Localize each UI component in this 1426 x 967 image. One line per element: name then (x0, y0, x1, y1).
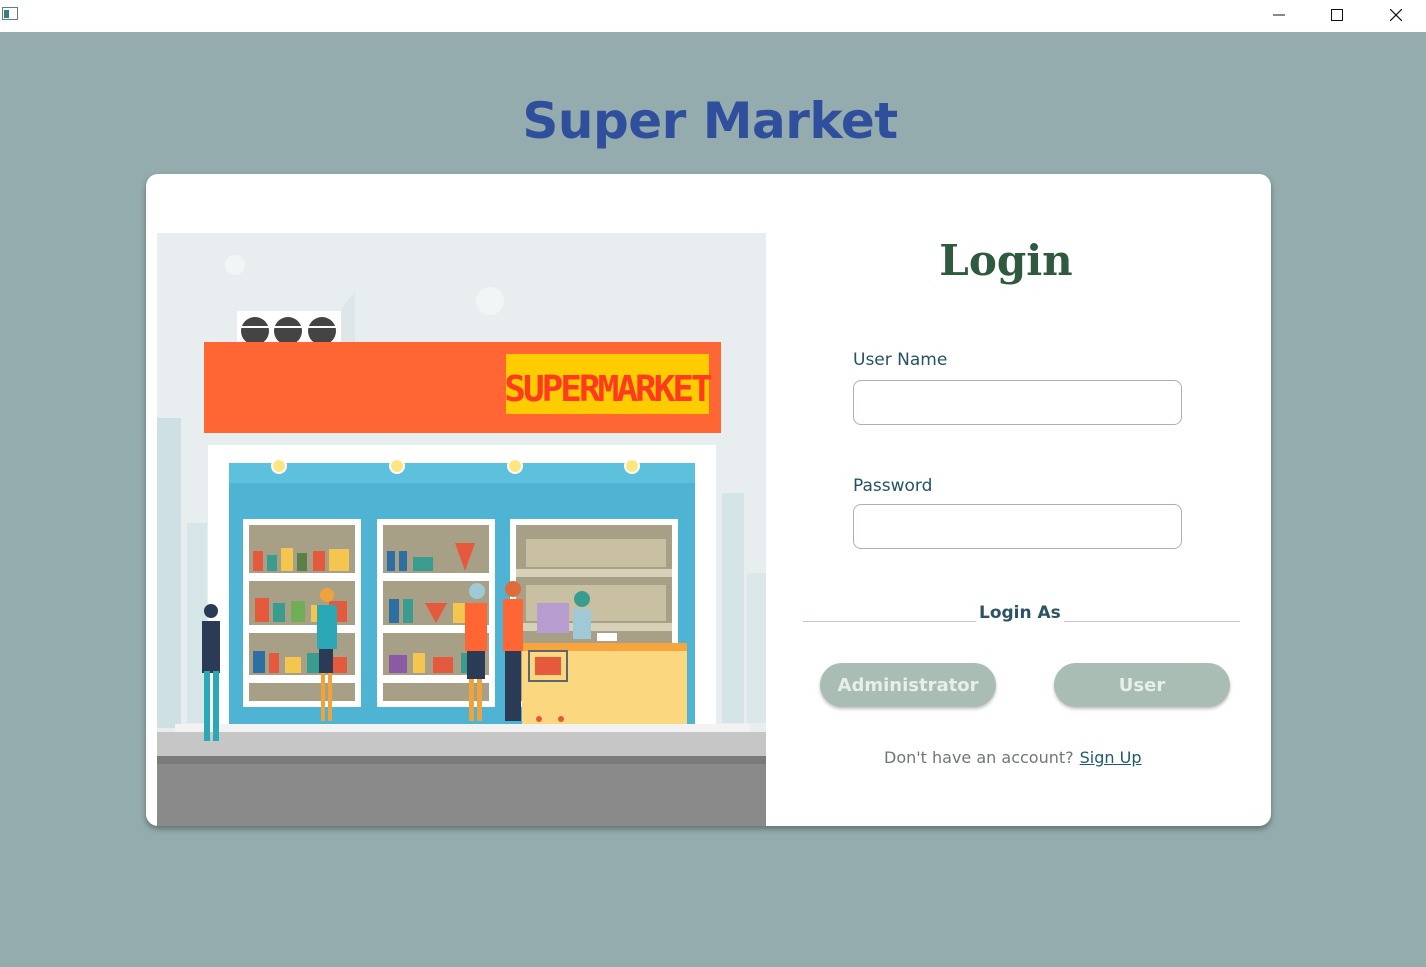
supermarket-sign-text: SUPERMARKET (504, 369, 712, 410)
password-label: Password (853, 476, 933, 496)
login-card: SUPERMARKET Login User Name Password Log… (146, 174, 1271, 826)
supermarket-illustration: SUPERMARKET (157, 233, 766, 826)
username-label: User Name (853, 350, 948, 370)
username-input[interactable] (853, 380, 1182, 425)
login-heading: Login (939, 236, 1073, 285)
password-input[interactable] (853, 504, 1182, 549)
signup-question: Don't have an account? (884, 748, 1074, 767)
close-icon[interactable] (1367, 0, 1425, 30)
signup-link[interactable]: Sign Up (1080, 748, 1142, 767)
login-as-label: Login As (976, 603, 1064, 623)
app-title: Super Market (522, 92, 898, 150)
administrator-button[interactable]: Administrator (820, 663, 996, 707)
maximize-icon[interactable] (1308, 0, 1366, 30)
minimize-icon[interactable] (1250, 0, 1308, 30)
app-icon (2, 6, 18, 20)
window-titlebar (0, 0, 1426, 32)
user-button[interactable]: User (1054, 663, 1230, 707)
signup-row: Don't have an account? Sign Up (884, 748, 1141, 767)
